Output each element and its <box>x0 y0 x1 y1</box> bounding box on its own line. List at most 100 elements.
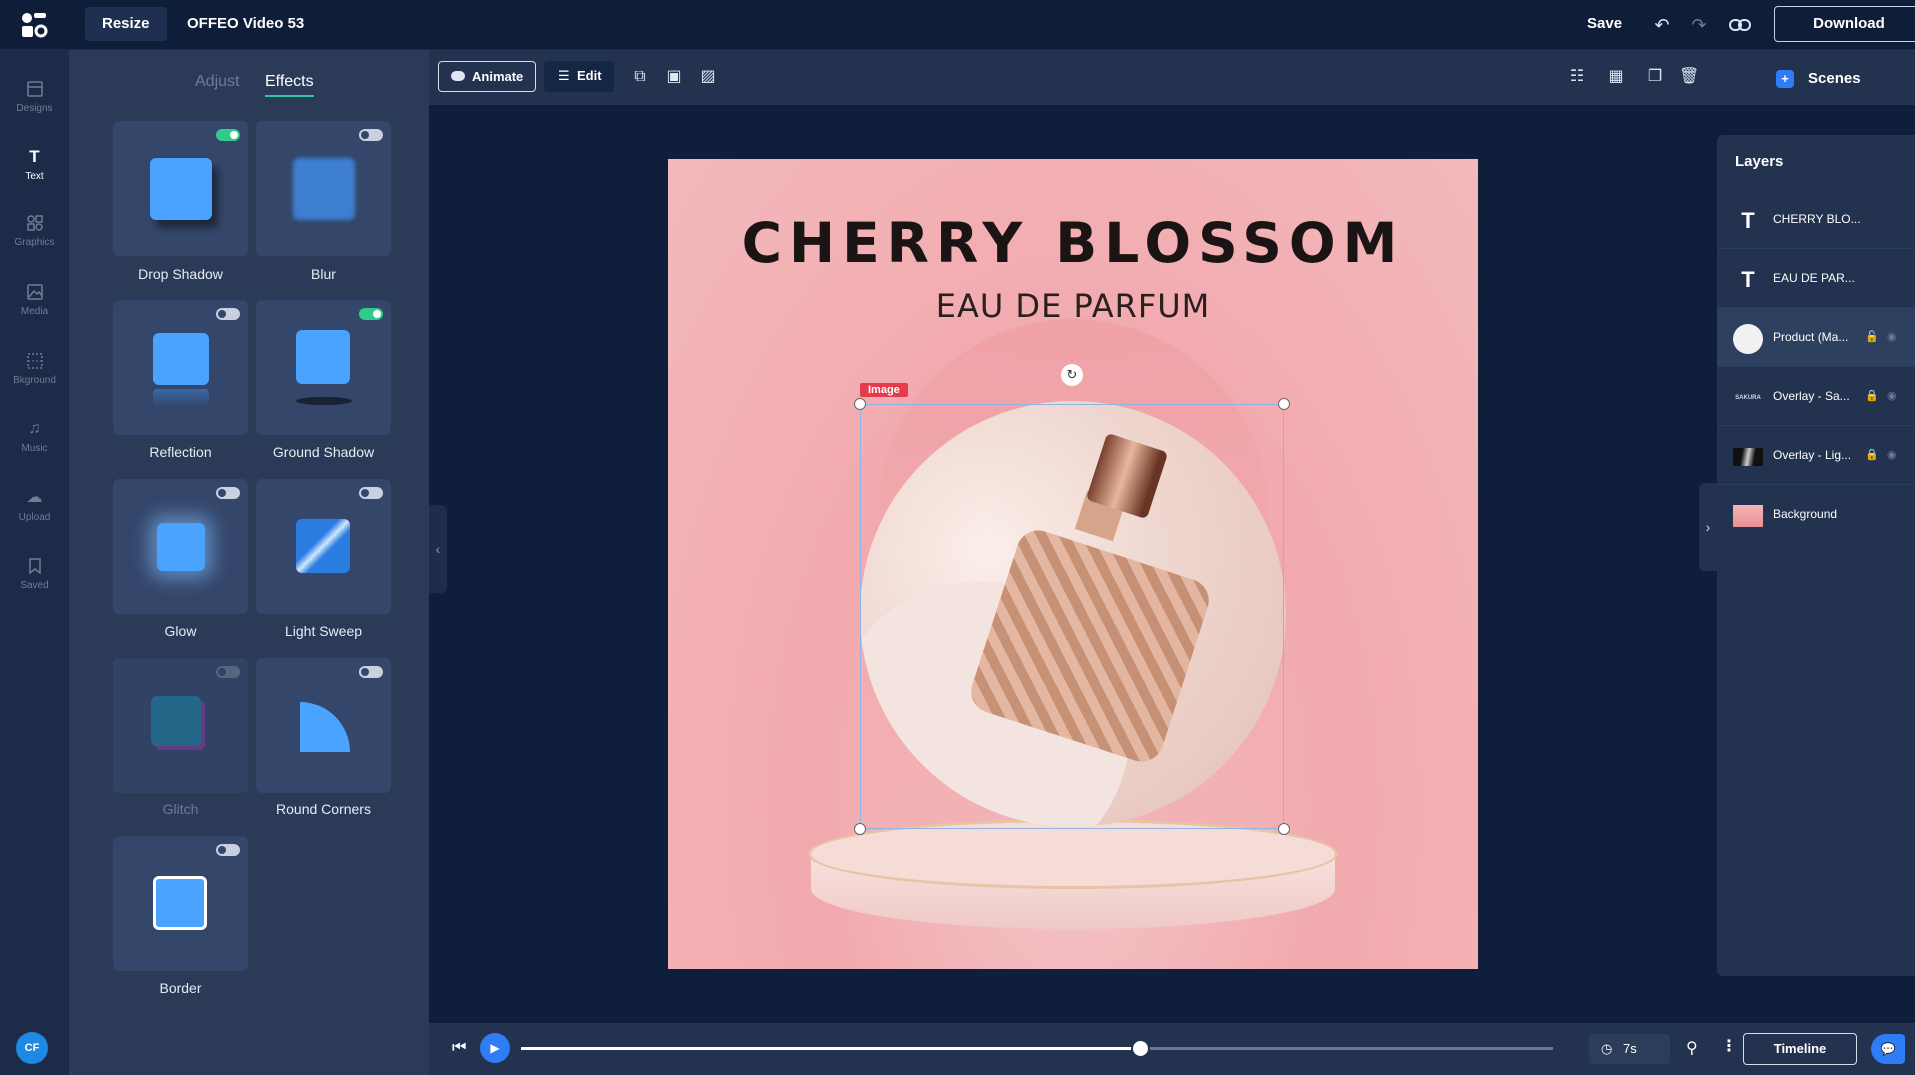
effect-label: Glitch <box>162 801 199 817</box>
playback-scrubber[interactable] <box>1131 1039 1151 1058</box>
layers-toggle-button[interactable]: › <box>1699 483 1717 571</box>
playback-track[interactable] <box>521 1039 1553 1058</box>
layer-item[interactable]: T EAU DE PAR... <box>1717 249 1915 308</box>
align-icon[interactable]: ☷ <box>1567 67 1587 87</box>
resize-handle-sw[interactable] <box>854 823 866 835</box>
lock-icon[interactable]: 🔒 <box>1865 448 1879 461</box>
playback-progress <box>521 1047 1141 1050</box>
light-sweep-toggle[interactable] <box>359 487 383 499</box>
play-icon[interactable]: ▶ <box>480 1033 510 1063</box>
border-toggle[interactable] <box>216 844 240 856</box>
glow-toggle[interactable] <box>216 487 240 499</box>
artboard-title[interactable]: CHERRY BLOSSOM <box>668 211 1478 275</box>
layer-item[interactable]: SAKURA Overlay - Sa... 🔒 ◉ <box>1717 367 1915 426</box>
ground-shadow-toggle[interactable] <box>359 308 383 320</box>
drop-shadow-toggle[interactable] <box>216 129 240 141</box>
lock-icon[interactable]: 🔒 <box>1865 389 1879 402</box>
download-button[interactable]: Download <box>1774 6 1915 42</box>
layer-name: CHERRY BLO... <box>1773 212 1861 226</box>
rail-item-designs[interactable]: Designs <box>0 79 69 114</box>
resize-handle-nw[interactable] <box>854 398 866 410</box>
replace-icon[interactable]: ⧉ <box>630 67 650 87</box>
layer-item[interactable]: T CHERRY BLO... <box>1717 190 1915 249</box>
lock-icon[interactable]: 🔓 <box>1865 330 1879 343</box>
edit-button[interactable]: ☰ Edit <box>544 61 614 92</box>
image-adjust-icon[interactable]: ▨ <box>698 67 718 87</box>
round-corners-toggle[interactable] <box>359 666 383 678</box>
duplicate-icon[interactable]: ❐ <box>1645 67 1665 87</box>
effect-card-round-corners[interactable] <box>256 658 391 793</box>
eye-icon[interactable]: ◉ <box>1887 330 1897 343</box>
blur-toggle[interactable] <box>359 129 383 141</box>
user-avatar[interactable]: CF <box>16 1032 48 1064</box>
effect-label: Glow <box>164 623 197 639</box>
effects-panel: Adjust Effects Drop Shadow Blur Reflecti… <box>69 50 429 1075</box>
glitch-toggle[interactable] <box>216 666 240 678</box>
eye-icon[interactable]: ◉ <box>1887 389 1897 402</box>
graphics-icon <box>25 213 45 233</box>
effect-card-blur[interactable] <box>256 121 391 256</box>
rail-label-graphics: Graphics <box>14 237 55 248</box>
share-link-icon[interactable] <box>1728 13 1752 37</box>
selection-box[interactable] <box>860 404 1284 829</box>
rail-item-music[interactable]: ♫ Music <box>0 419 69 454</box>
effect-card-reflection[interactable] <box>113 300 248 435</box>
undo-icon[interactable]: ↶ <box>1650 13 1674 37</box>
text-layer-icon: T <box>1741 208 1755 233</box>
eye-icon[interactable]: ◉ <box>1887 448 1897 461</box>
effect-card-glow[interactable] <box>113 479 248 614</box>
trash-icon[interactable]: 🗑 <box>1679 67 1699 87</box>
rail-item-background[interactable]: Bkground <box>0 351 69 386</box>
layer-item[interactable]: Overlay - Lig... 🔒 ◉ <box>1717 426 1915 485</box>
reflection-toggle[interactable] <box>216 308 240 320</box>
duration-field[interactable]: ◷ 7s <box>1589 1034 1670 1064</box>
reflection-preview <box>153 333 209 385</box>
effect-card-drop-shadow[interactable] <box>113 121 248 256</box>
effect-card-light-sweep[interactable] <box>256 479 391 614</box>
animate-label: Animate <box>472 69 524 84</box>
layer-thumbnail: SAKURA <box>1735 395 1761 401</box>
resize-handle-se[interactable] <box>1278 823 1290 835</box>
document-title[interactable]: OFFEO Video 53 <box>187 15 304 32</box>
rail-label-background: Bkground <box>13 375 56 386</box>
effect-card-glitch[interactable] <box>113 658 248 793</box>
rail-item-text[interactable]: T Text <box>0 147 69 182</box>
effect-card-ground-shadow[interactable] <box>256 300 391 435</box>
border-preview <box>153 876 207 930</box>
timeline-button[interactable]: Timeline <box>1743 1033 1857 1065</box>
redo-icon[interactable]: ↷ <box>1687 13 1711 37</box>
effect-card-border[interactable] <box>113 836 248 971</box>
rail-item-upload[interactable]: ☁ Upload <box>0 488 69 523</box>
effect-label: Border <box>159 980 202 996</box>
selection-tag: Image <box>860 383 908 397</box>
tab-adjust[interactable]: Adjust <box>195 73 239 91</box>
designs-icon <box>25 79 45 99</box>
rail-item-graphics[interactable]: Graphics <box>0 213 69 248</box>
animate-button[interactable]: Animate <box>438 61 537 92</box>
save-button[interactable]: Save <box>1587 15 1622 32</box>
rotate-icon[interactable]: ↻ <box>1061 364 1083 386</box>
tab-effects[interactable]: Effects <box>265 73 314 97</box>
transparency-icon[interactable]: ▦ <box>1606 67 1626 87</box>
layer-item[interactable]: Product (Ma... 🔓 ◉ <box>1717 308 1915 367</box>
rail-label-designs: Designs <box>16 103 53 114</box>
rail-item-saved[interactable]: Saved <box>0 556 69 591</box>
collapse-panel-button[interactable]: ‹ <box>429 505 447 593</box>
scenes-button[interactable]: + Scenes <box>1719 50 1915 105</box>
zoom-icon[interactable]: ⚲ <box>1686 1038 1698 1058</box>
rail-item-media[interactable]: Media <box>0 282 69 317</box>
rail-label-text: Text <box>25 171 44 182</box>
chat-icon[interactable]: 💬 <box>1871 1034 1905 1064</box>
skip-to-start-icon[interactable]: ⏮ <box>452 1039 466 1057</box>
offeo-logo-icon[interactable] <box>22 12 48 38</box>
artboard-subtitle[interactable]: EAU DE PARFUM <box>668 287 1478 325</box>
resize-handle-ne[interactable] <box>1278 398 1290 410</box>
effect-label: Drop Shadow <box>138 266 223 282</box>
layer-name: Product (Ma... <box>1773 330 1849 344</box>
plus-icon: + <box>1776 70 1794 88</box>
resize-button[interactable]: Resize <box>85 7 167 41</box>
more-options-icon[interactable]: ⋮ <box>1721 1036 1737 1056</box>
crop-image-icon[interactable]: ▣ <box>664 67 684 87</box>
layer-item[interactable]: Background <box>1717 485 1915 544</box>
effect-label: Round Corners <box>276 801 371 817</box>
